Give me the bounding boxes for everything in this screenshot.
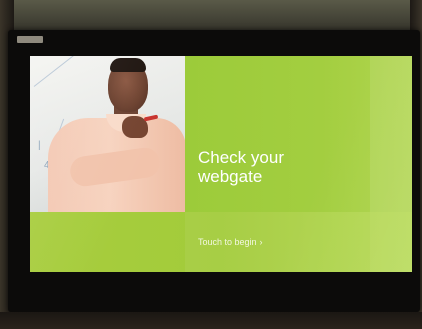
chevron-right-icon: › [259,237,263,247]
right-accent-stripe [370,56,412,272]
whiteboard-scribble: | [38,140,41,151]
headline-line-2: webgate [198,167,263,186]
kiosk-screen[interactable]: 4 | Check your webgate Touch to begin › [30,56,412,272]
headline-line-1: Check your [198,148,284,167]
whiteboard-line [33,56,98,87]
monitor-brand-badge [17,36,43,43]
cta-label: Touch to begin [198,237,257,247]
touch-to-begin-button[interactable]: Touch to begin › [198,236,263,248]
hero-photo: 4 | [30,56,185,212]
bottom-shelf [0,312,422,329]
headline-text: Check your webgate [198,148,358,186]
person-hair [110,58,146,72]
